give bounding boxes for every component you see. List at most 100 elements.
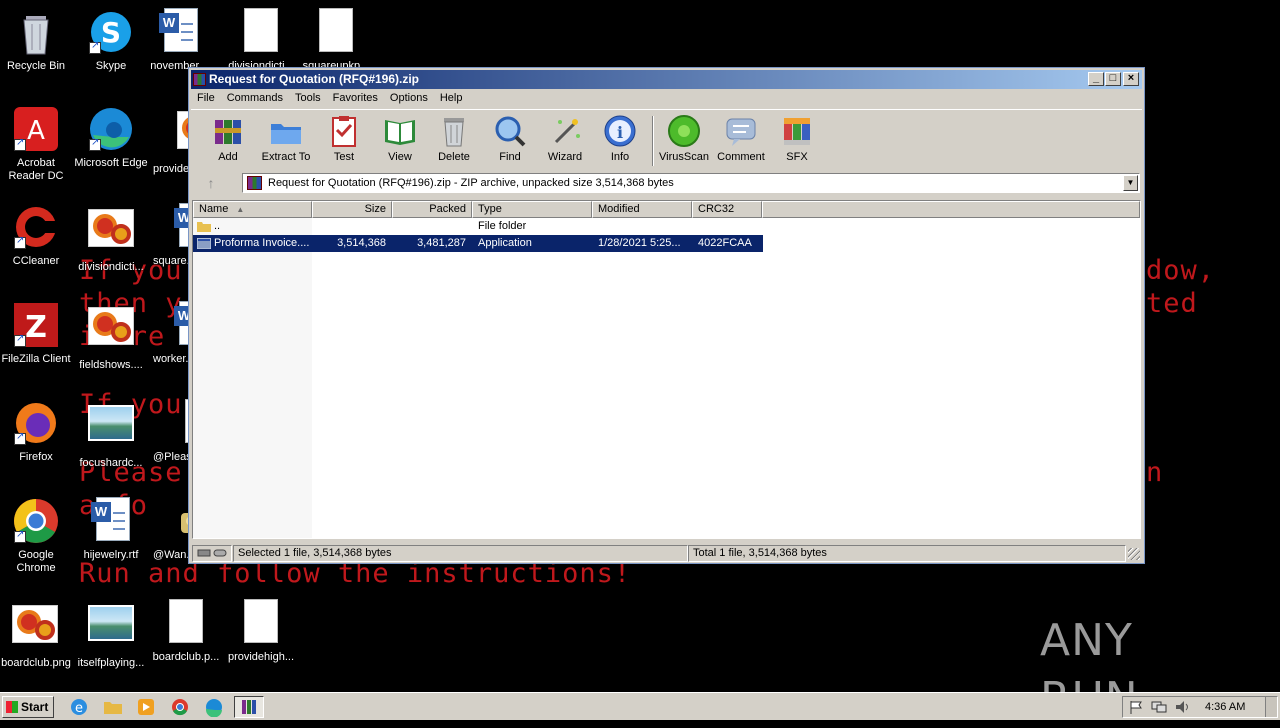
desktop-icon-skype[interactable]: S Skype (73, 8, 149, 73)
drive-icon[interactable] (192, 545, 232, 562)
menu-tools[interactable]: Tools (289, 89, 327, 107)
file-icon (237, 599, 285, 647)
chrome-taskbar-icon[interactable] (169, 697, 191, 717)
menu-options[interactable]: Options (384, 89, 434, 107)
file-list[interactable]: Name ▲ Size Packed Type Modified CRC32 ..… (192, 200, 1141, 539)
address-bar: ↑ Request for Quotation (RFQ#196).zip - … (191, 171, 1142, 196)
start-button[interactable]: Start (2, 696, 54, 718)
volume-icon[interactable] (1175, 700, 1191, 721)
show-desktop-button[interactable] (1265, 697, 1277, 717)
chevron-down-icon[interactable]: ▼ (1123, 175, 1138, 191)
desktop-icon-firefox[interactable]: Firefox (0, 399, 74, 464)
anyrun-watermark: ANY RUN (1040, 615, 1138, 724)
desktop-icon-hijewelry[interactable]: W hijewelry.rtf (73, 497, 149, 562)
desktop-icon-acrobat[interactable]: A Acrobat Reader DC (0, 105, 74, 183)
up-arrow-icon[interactable]: ↑ (201, 175, 221, 193)
file-icon (237, 8, 285, 56)
column-header-type[interactable]: Type (472, 201, 592, 218)
file-icon (312, 8, 360, 56)
clock[interactable]: 4:36 AM (1205, 697, 1245, 717)
desktop-icon-chrome[interactable]: Google Chrome (0, 497, 74, 575)
flag-icon[interactable] (1129, 700, 1143, 721)
desktop-icon-itselfplaying[interactable]: itselfplaying... (73, 599, 149, 670)
table-row[interactable]: .. File folder (193, 218, 763, 235)
toolbar: Add Extract To Test View Delete Find Wiz… (191, 109, 1142, 169)
add-icon (211, 114, 245, 148)
acrobat-icon: A (12, 105, 60, 153)
desktop-icon-providehigh[interactable]: providehigh... (223, 599, 299, 664)
window-title: Request for Quotation (RFQ#196).zip (209, 72, 420, 86)
chrome-icon (12, 497, 60, 545)
desktop-icon-ccleaner[interactable]: CCleaner (0, 203, 74, 268)
column-header-name[interactable]: Name ▲ (193, 201, 312, 218)
extract-to-button[interactable]: Extract To (257, 114, 315, 163)
desktop-icon-boardclub-p[interactable]: boardclub.p... (148, 599, 224, 664)
column-header-filler (762, 201, 1140, 218)
trash-icon (437, 114, 471, 148)
explorer-icon[interactable] (102, 697, 124, 717)
firefox-icon (12, 399, 60, 447)
image-file-icon (87, 209, 135, 257)
svg-text:e: e (75, 701, 83, 716)
winrar-taskbar-button[interactable] (234, 696, 264, 718)
find-button[interactable]: Find (481, 114, 539, 163)
image-file-icon (12, 605, 60, 653)
image-file-icon (87, 405, 135, 453)
desktop-icon-focushardc[interactable]: focushardc... (73, 399, 149, 470)
column-header-packed[interactable]: Packed (392, 201, 472, 218)
maximize-button[interactable]: □ (1105, 72, 1121, 86)
virusscan-button[interactable]: VirusScan (655, 114, 713, 163)
sfx-icon (780, 114, 814, 148)
sfx-button[interactable]: SFX (768, 114, 826, 163)
menu-help[interactable]: Help (434, 89, 469, 107)
title-bar[interactable]: Request for Quotation (RFQ#196).zip _ □ … (191, 70, 1142, 89)
table-row-selected[interactable]: Proforma Invoice.... 3,514,368 3,481,287… (193, 235, 763, 252)
image-file-icon (87, 605, 135, 653)
toolbar-separator (652, 116, 654, 166)
edge-taskbar-icon[interactable] (203, 697, 225, 718)
system-tray: 4:36 AM (1122, 696, 1278, 718)
winrar-window[interactable]: Request for Quotation (RFQ#196).zip _ □ … (188, 67, 1145, 564)
test-button[interactable]: Test (315, 114, 373, 163)
info-button[interactable]: i Info (591, 114, 649, 163)
skype-icon: S (87, 8, 135, 56)
view-button[interactable]: View (371, 114, 429, 163)
desktop-icon-filezilla[interactable]: Z FileZilla Client (0, 301, 74, 366)
desktop-icon-edge[interactable]: Microsoft Edge (73, 105, 149, 170)
minimize-button[interactable]: _ (1088, 72, 1104, 86)
virus-icon (667, 114, 701, 148)
ransom-text: Run and follow the instructions! (79, 558, 632, 589)
ie-icon[interactable]: e (68, 697, 90, 717)
windows-flag-icon (6, 701, 18, 713)
menu-file[interactable]: File (191, 89, 221, 107)
add-button[interactable]: Add (199, 114, 257, 163)
network-icon[interactable] (1151, 700, 1167, 721)
column-header-crc32[interactable]: CRC32 (692, 201, 762, 218)
desktop-icon-november[interactable]: W november... (141, 8, 217, 73)
desktop-icon-fieldshows[interactable]: fieldshows.... (73, 301, 149, 372)
svg-text:S: S (101, 16, 121, 49)
desktop-icon-divisiondicti-2[interactable]: divisiondicti... (223, 8, 299, 73)
edge-icon (87, 105, 135, 153)
wizard-button[interactable]: Wizard (536, 114, 594, 163)
desktop-icon-boardclub-png[interactable]: boardclub.png (0, 599, 74, 670)
recycle-bin-icon (12, 8, 60, 56)
desktop-icon-squareupkp[interactable]: squareupkp... (298, 8, 374, 73)
menu-bar: File Commands Tools Favorites Options Help (191, 89, 1142, 108)
delete-button[interactable]: Delete (425, 114, 483, 163)
column-header-size[interactable]: Size (312, 201, 392, 218)
media-player-icon[interactable] (135, 697, 157, 717)
comment-button[interactable]: Comment (712, 114, 770, 163)
taskbar: Start e 4:36 AM (0, 692, 1280, 720)
word-document-icon: W (155, 8, 203, 56)
svg-text:Z: Z (25, 310, 47, 345)
column-header-modified[interactable]: Modified (592, 201, 692, 218)
ccleaner-icon (12, 203, 60, 251)
resize-grip-icon[interactable] (1128, 548, 1140, 560)
path-field[interactable]: Request for Quotation (RFQ#196).zip - ZI… (242, 173, 1140, 193)
menu-favorites[interactable]: Favorites (327, 89, 384, 107)
menu-commands[interactable]: Commands (221, 89, 289, 107)
desktop-icon-recycle-bin[interactable]: Recycle Bin (0, 8, 74, 73)
close-button[interactable]: × (1123, 72, 1139, 86)
desktop-icon-divisiondicti[interactable]: divisiondicti... (73, 203, 149, 274)
